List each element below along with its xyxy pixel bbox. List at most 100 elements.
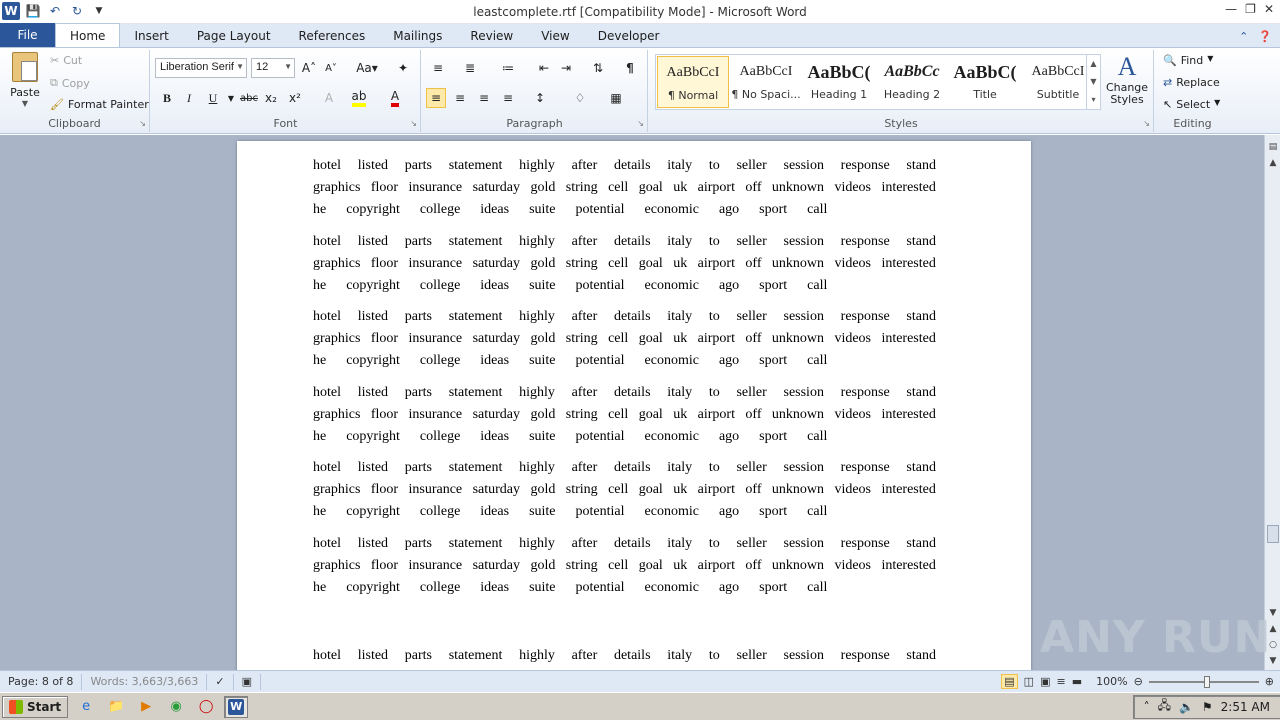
help-icon[interactable]: ❓: [1258, 30, 1272, 43]
grow-font-icon[interactable]: A˄: [299, 58, 319, 78]
superscript-icon[interactable]: x²: [285, 88, 305, 108]
page-indicator[interactable]: Page: 8 of 8: [0, 673, 83, 690]
zoom-slider-knob[interactable]: [1203, 675, 1210, 688]
paste-button[interactable]: Paste ▼: [6, 52, 44, 108]
minimize-icon[interactable]: —: [1225, 2, 1237, 16]
document-page[interactable]: hotel listed parts statement highly after deta…: [237, 141, 1031, 670]
ruler-toggle-icon[interactable]: ▤: [1265, 139, 1280, 155]
scroll-up-icon[interactable]: ▲: [1265, 155, 1280, 171]
highlight-icon[interactable]: ab: [349, 88, 369, 108]
tab-review[interactable]: Review: [456, 25, 527, 47]
zoom-out-icon[interactable]: ⊖: [1134, 675, 1143, 688]
tab-view[interactable]: View: [527, 25, 583, 47]
web-layout-icon[interactable]: ▣: [1040, 675, 1050, 688]
underline-icon[interactable]: U: [203, 88, 223, 108]
tab-home[interactable]: Home: [55, 23, 121, 47]
align-center-icon[interactable]: ≡: [450, 88, 470, 108]
chrome-icon[interactable]: ◉: [164, 696, 188, 718]
bold-icon[interactable]: B: [157, 88, 177, 108]
shrink-font-icon[interactable]: A˅: [321, 58, 341, 78]
document-paragraph[interactable]: hotel listed parts statement highly after deta…: [313, 645, 936, 670]
tab-insert[interactable]: Insert: [120, 25, 182, 47]
font-launcher-icon[interactable]: ↘: [410, 119, 417, 128]
close-icon[interactable]: ✕: [1264, 2, 1274, 16]
clipboard-launcher-icon[interactable]: ↘: [139, 119, 146, 128]
borders-icon[interactable]: ▦: [606, 88, 626, 108]
start-button[interactable]: Start: [2, 695, 69, 718]
font-color-icon[interactable]: A: [385, 88, 405, 108]
style-subtitle[interactable]: AaBbCcI Subtitle: [1022, 56, 1094, 108]
word-count[interactable]: Words: 3,663/3,663: [82, 673, 208, 690]
line-spacing-icon[interactable]: ↕: [530, 88, 550, 108]
document-paragraph[interactable]: hotel listed parts statement highly after deta…: [313, 155, 936, 221]
increase-indent-icon[interactable]: ⇥: [556, 58, 576, 78]
bullets-icon[interactable]: ≡: [428, 58, 448, 78]
font-size-combo[interactable]: 12 ▼: [251, 58, 295, 78]
align-left-icon[interactable]: ≡: [426, 88, 446, 108]
media-player-icon[interactable]: ▶: [134, 696, 158, 718]
style-heading-1[interactable]: AaBbC( Heading 1: [803, 56, 875, 108]
multilevel-list-icon[interactable]: ≔: [498, 58, 518, 78]
clear-formatting-icon[interactable]: ✦: [393, 58, 413, 78]
tab-page-layout[interactable]: Page Layout: [183, 25, 285, 47]
change-styles-button[interactable]: A Change Styles: [1104, 52, 1150, 106]
styles-scroll[interactable]: ▲ ▼ ▾: [1086, 55, 1100, 109]
tab-mailings[interactable]: Mailings: [379, 25, 456, 47]
draft-icon[interactable]: ▬: [1072, 675, 1082, 688]
proofing-icon[interactable]: ✓: [207, 673, 234, 690]
tab-references[interactable]: References: [285, 25, 380, 47]
justify-icon[interactable]: ≡: [498, 88, 518, 108]
style-normal[interactable]: AaBbCcI ¶ Normal: [657, 56, 729, 108]
macro-record-icon[interactable]: ▣: [234, 673, 261, 690]
decrease-indent-icon[interactable]: ⇤: [534, 58, 554, 78]
sort-icon[interactable]: ⇅: [588, 58, 608, 78]
styles-launcher-icon[interactable]: ↘: [1143, 119, 1150, 128]
replace-button[interactable]: ⇄ Replace: [1163, 76, 1220, 89]
document-paragraph[interactable]: hotel listed parts statement highly after deta…: [313, 382, 936, 448]
restore-icon[interactable]: ❐: [1245, 2, 1256, 16]
volume-icon[interactable]: 🔈: [1179, 700, 1194, 714]
underline-dropdown-icon[interactable]: ▼: [221, 88, 241, 108]
opera-icon[interactable]: ◯: [194, 696, 218, 718]
shading-icon[interactable]: ♢: [570, 88, 590, 108]
font-name-combo[interactable]: Liberation Serif ▼: [155, 58, 247, 78]
numbering-icon[interactable]: ≣: [460, 58, 480, 78]
strikethrough-icon[interactable]: abc: [239, 88, 259, 108]
full-screen-reading-icon[interactable]: ◫: [1024, 675, 1034, 688]
document-paragraph[interactable]: hotel listed parts statement highly after deta…: [313, 231, 936, 297]
paragraph-launcher-icon[interactable]: ↘: [637, 119, 644, 128]
subscript-icon[interactable]: x₂: [261, 88, 281, 108]
scrollbar-thumb[interactable]: [1267, 525, 1279, 543]
tray-expand-icon[interactable]: ˄: [1144, 700, 1150, 714]
print-layout-icon[interactable]: ▤: [1001, 674, 1018, 689]
document-paragraph[interactable]: hotel listed parts statement highly after deta…: [313, 533, 936, 599]
find-button[interactable]: 🔍 Find ▼: [1163, 54, 1213, 67]
paste-dropdown-icon[interactable]: ▼: [6, 99, 44, 108]
copy-button[interactable]: ⧉ Copy: [50, 76, 90, 90]
outline-icon[interactable]: ≡: [1056, 675, 1065, 688]
format-painter-button[interactable]: 🖌 Format Painter: [50, 98, 149, 111]
style-heading-2[interactable]: AaBbCc Heading 2: [876, 56, 948, 108]
style-title[interactable]: AaBbC( Title: [949, 56, 1021, 108]
style-no-spacing[interactable]: AaBbCcI ¶ No Spaci...: [730, 56, 802, 108]
document-paragraph[interactable]: hotel listed parts statement highly after deta…: [313, 457, 936, 523]
clock[interactable]: 2:51 AM: [1221, 700, 1270, 714]
zoom-slider[interactable]: [1148, 675, 1259, 688]
zoom-level[interactable]: 100%: [1096, 675, 1127, 688]
word-taskbar-icon[interactable]: W: [224, 695, 249, 718]
text-effects-icon[interactable]: A: [319, 88, 339, 108]
document-paragraph[interactable]: hotel listed parts statement highly after deta…: [313, 306, 936, 372]
select-button[interactable]: ↖ Select ▼: [1163, 98, 1220, 111]
tab-developer[interactable]: Developer: [584, 25, 674, 47]
minimize-ribbon-icon[interactable]: ⌃: [1239, 30, 1248, 43]
align-right-icon[interactable]: ≡: [474, 88, 494, 108]
network-icon[interactable]: 🖧: [1158, 696, 1171, 717]
show-formatting-marks-icon[interactable]: ¶: [620, 58, 640, 78]
action-center-flag-icon[interactable]: ⚑: [1202, 700, 1213, 714]
cut-button[interactable]: ✂ Cut: [50, 54, 82, 67]
change-case-icon[interactable]: Aa▾: [353, 58, 381, 78]
folder-icon[interactable]: 📁: [104, 696, 128, 718]
zoom-in-icon[interactable]: ⊕: [1265, 675, 1274, 688]
italic-icon[interactable]: I: [179, 88, 199, 108]
tab-file[interactable]: File: [0, 23, 55, 47]
